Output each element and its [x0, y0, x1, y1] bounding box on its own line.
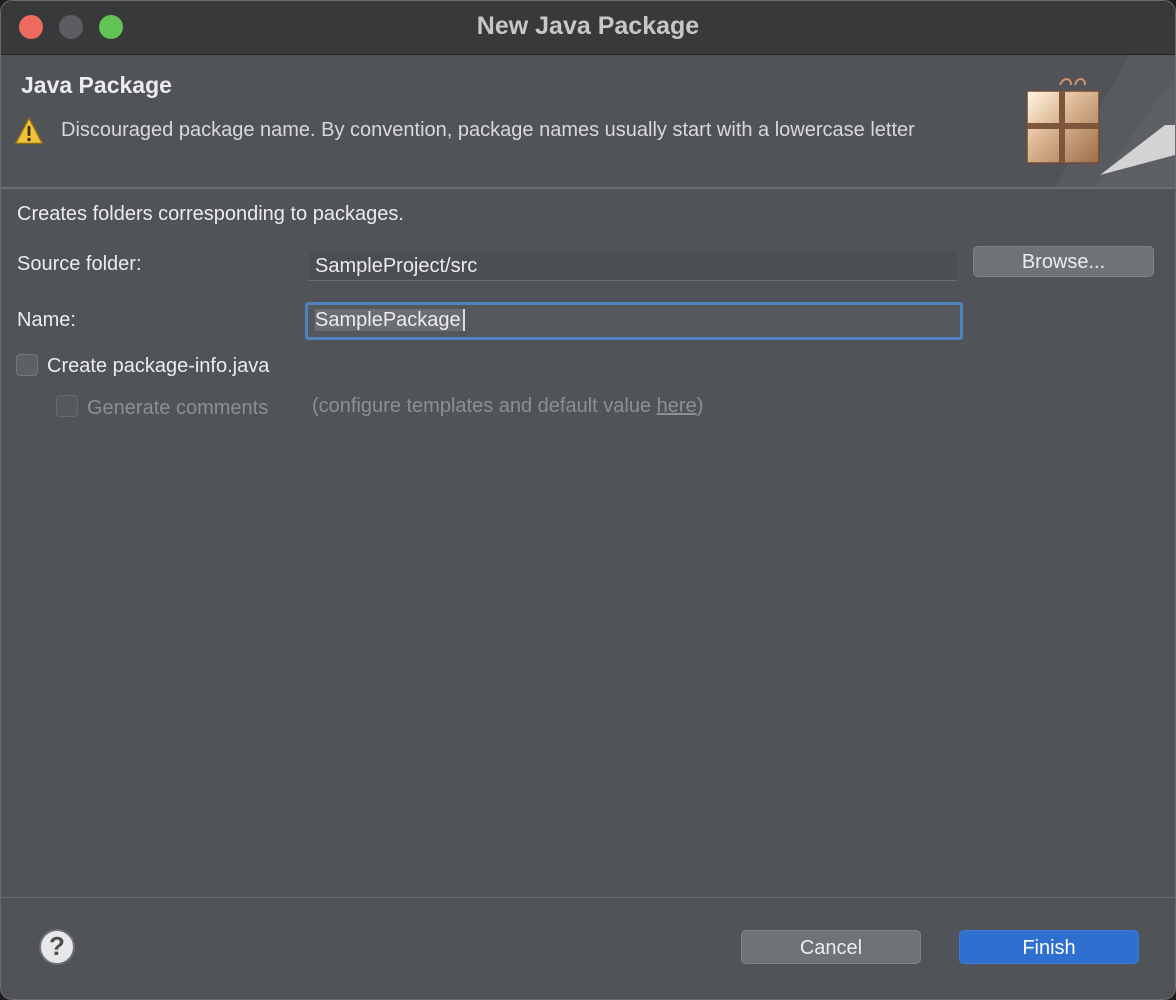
create-package-info-checkbox[interactable]	[16, 354, 38, 376]
wizard-page-title: Java Package	[21, 72, 172, 98]
hint-suffix: )	[696, 395, 704, 417]
title-bar: New Java Package	[1, 1, 1175, 55]
wizard-content: Creates folders corresponding to package…	[1, 189, 1175, 999]
help-icon[interactable]: ?	[39, 929, 75, 965]
create-package-info-label[interactable]: Create package-info.java	[47, 355, 269, 378]
browse-button[interactable]: Browse...	[973, 246, 1154, 277]
warning-message: Discouraged package name. By convention,…	[61, 119, 915, 141]
window-title: New Java Package	[476, 12, 700, 40]
footer-divider	[1, 897, 1175, 898]
source-folder-field[interactable]: SampleProject/src	[309, 251, 957, 281]
package-name-value: SamplePackage	[315, 309, 465, 331]
generate-comments-checkbox[interactable]	[56, 395, 78, 417]
package-wizard-banner-icon	[1026, 55, 1175, 187]
configure-templates-hint: (configure templates and default value h…	[312, 395, 703, 418]
configure-templates-link[interactable]: here	[657, 395, 697, 417]
wizard-description: Creates folders corresponding to package…	[17, 203, 404, 225]
source-folder-label: Source folder:	[17, 253, 142, 275]
wizard-header: Java Package Discouraged package name. B…	[1, 55, 1175, 189]
hint-prefix: (configure templates and default value	[312, 395, 657, 417]
name-label: Name:	[17, 309, 76, 331]
package-name-field[interactable]: SamplePackage	[305, 302, 963, 340]
generate-comments-label: Generate comments	[87, 397, 269, 419]
cancel-button[interactable]: Cancel	[741, 930, 921, 964]
warning-icon	[14, 117, 44, 145]
dialog-window: New Java Package Java Package Discourage…	[0, 0, 1176, 1000]
finish-button[interactable]: Finish	[959, 930, 1139, 964]
